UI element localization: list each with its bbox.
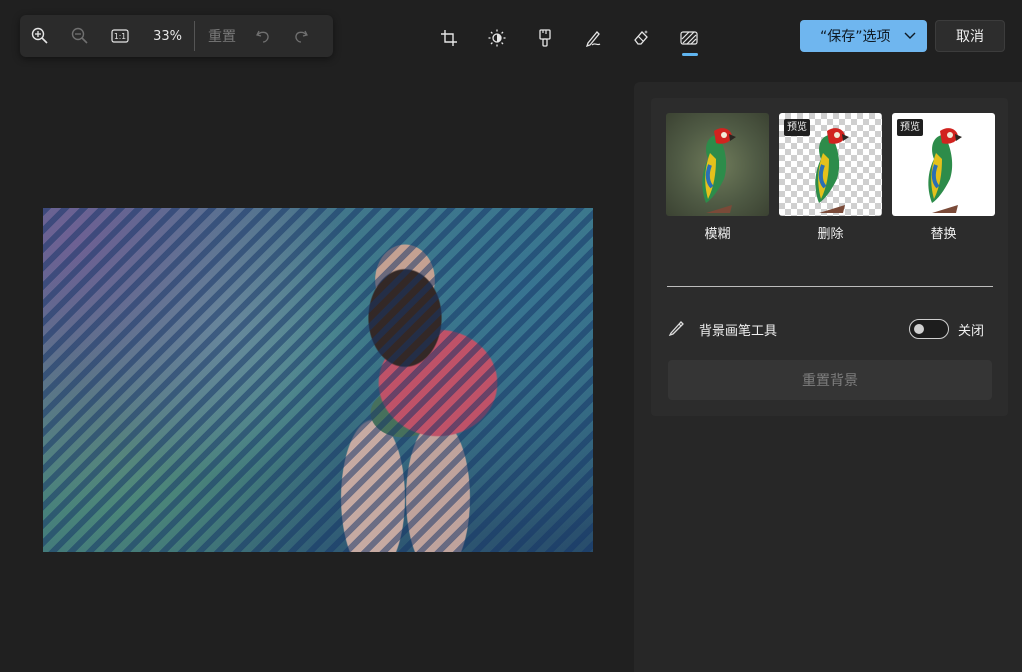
blur-thumbnail	[666, 113, 769, 216]
background-icon[interactable]	[665, 20, 713, 56]
redo-icon[interactable]	[282, 15, 320, 57]
option-replace[interactable]: 预览 替换	[892, 113, 995, 242]
option-blur-label: 模糊	[704, 227, 731, 242]
brush-tool-toggle[interactable]	[909, 319, 949, 339]
background-options-card: 模糊 预览 删除 预览 替换 背景画笔工具 关闭 重置背景	[651, 98, 1008, 416]
preview-badge: 预览	[897, 119, 923, 136]
markup-icon[interactable]	[569, 20, 617, 56]
option-remove-label: 删除	[817, 227, 844, 242]
zoom-toolbar: 1:1 33% 重置	[20, 15, 333, 57]
option-blur[interactable]: 模糊	[666, 113, 769, 242]
toolbar-divider	[194, 21, 195, 51]
zoom-level: 33%	[153, 28, 182, 44]
divider	[667, 286, 993, 287]
erase-icon[interactable]	[617, 20, 665, 56]
parrot-image	[702, 128, 736, 213]
zoom-out-icon[interactable]	[60, 15, 100, 57]
option-remove[interactable]: 预览 删除	[779, 113, 882, 242]
toggle-state-label: 关闭	[958, 324, 985, 339]
background-selection-overlay	[43, 208, 593, 552]
save-options-button[interactable]: “保存”选项	[800, 20, 927, 52]
edit-tools	[425, 20, 713, 56]
remove-thumbnail: 预览	[779, 113, 882, 216]
reset-background-button[interactable]: 重置背景	[668, 360, 992, 400]
filter-icon[interactable]	[521, 20, 569, 56]
edited-photo[interactable]	[43, 208, 593, 552]
replace-thumbnail: 预览	[892, 113, 995, 216]
save-options-label: “保存”选项	[820, 29, 891, 45]
preview-badge: 预览	[784, 119, 810, 136]
background-panel: 模糊 预览 删除 预览 替换 背景画笔工具 关闭 重置背景	[634, 82, 1022, 672]
cancel-button[interactable]: 取消	[935, 20, 1005, 52]
actual-size-button[interactable]: 1:1	[100, 15, 140, 57]
chevron-down-icon[interactable]	[898, 32, 922, 40]
option-replace-label: 替换	[930, 227, 957, 242]
background-brush-row: 背景画笔工具 关闭	[668, 318, 992, 340]
brush-tool-label: 背景画笔工具	[699, 323, 778, 339]
undo-icon[interactable]	[244, 15, 282, 57]
crop-icon[interactable]	[425, 20, 473, 56]
reset-button[interactable]: 重置	[208, 26, 236, 46]
adjust-icon[interactable]	[473, 20, 521, 56]
toggle-knob	[914, 324, 924, 334]
zoom-in-icon[interactable]	[20, 15, 60, 57]
actual-size-label: 1:1	[114, 32, 126, 41]
brush-icon	[668, 318, 688, 340]
